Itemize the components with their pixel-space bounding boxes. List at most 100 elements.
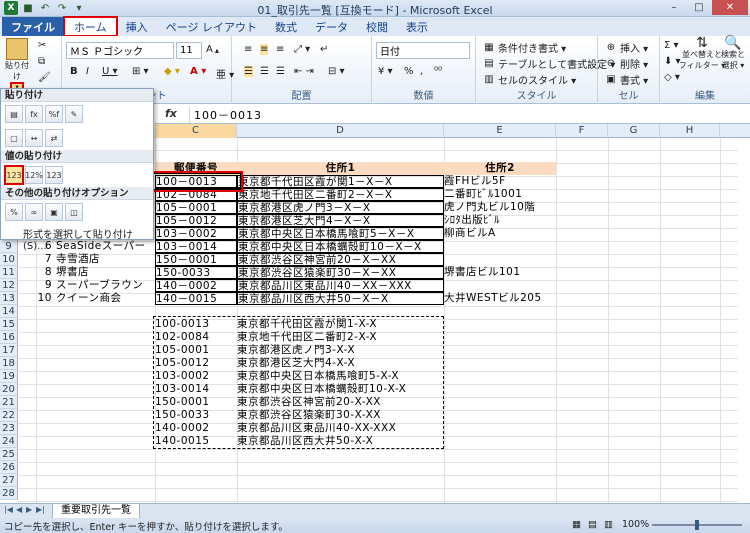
row-header[interactable]: 27 (0, 474, 18, 487)
column-header-g[interactable]: G (608, 124, 660, 138)
row-header[interactable]: 28 (0, 487, 18, 500)
zoom-level[interactable]: 100% (622, 519, 649, 530)
sheet-tab-1[interactable]: 重要取引先一覧 (52, 504, 140, 519)
align-bottom-icon[interactable]: ≡ (276, 44, 284, 55)
insert-button[interactable]: ⊕ 挿入 ▾ (604, 40, 648, 55)
normal-view-icon[interactable]: ▦ (572, 519, 581, 530)
paste-values-number-format-icon[interactable]: 12% (25, 166, 43, 184)
tab-home[interactable]: ホーム (63, 16, 118, 37)
decimal-icon[interactable]: ⁰⁰ (434, 66, 442, 77)
tab-data[interactable]: データ (306, 17, 357, 36)
wrap-text-icon[interactable]: ↵ (320, 44, 328, 55)
tab-formulas[interactable]: 数式 (266, 17, 306, 36)
row-header[interactable]: 26 (0, 461, 18, 474)
align-middle-icon[interactable]: ≡ (260, 44, 269, 55)
row-header[interactable]: 22 (0, 409, 18, 422)
format-button[interactable]: ▣ 書式 ▾ (604, 72, 648, 87)
column-header-f[interactable]: F (556, 124, 608, 138)
row-header[interactable]: 25 (0, 448, 18, 461)
address2-cell[interactable]: 大井WESTビル205 (444, 292, 556, 305)
address2-cell[interactable] (444, 279, 556, 292)
paste-icon[interactable]: ▤ (5, 105, 23, 123)
tab-view[interactable]: 表示 (397, 17, 437, 36)
address1-cell[interactable]: 東京都品川区西大井50－X－X (237, 292, 444, 305)
zip-cell[interactable]: 103－0014 (155, 240, 237, 253)
row-header[interactable]: 24 (0, 435, 18, 448)
row-header[interactable]: 18 (0, 357, 18, 370)
fx-icon[interactable]: fx (165, 107, 177, 120)
address2-cell[interactable]: 霞FHビル5F (444, 175, 556, 188)
tab-insert[interactable]: 挿入 (117, 17, 157, 36)
fill-color-icon[interactable]: ◆ ▾ (164, 66, 180, 77)
paste-keep-source-format-icon[interactable]: ✎ (65, 105, 83, 123)
border-icon[interactable]: ⊞ ▾ (132, 66, 149, 77)
paste-special-menu-item[interactable]: 形式を選択して貼り付け(S)... (1, 224, 153, 254)
row-header[interactable]: 12 (0, 279, 18, 292)
page-break-view-icon[interactable]: ▥ (604, 519, 613, 530)
paste-values-icon[interactable]: 123 (4, 165, 24, 185)
company-name-cell[interactable]: クイーン商会 (56, 292, 155, 305)
zip-cell[interactable]: 105－0001 (155, 201, 237, 214)
autosum-button[interactable]: Σ ▾ (664, 40, 679, 51)
orientation-icon[interactable]: ⤢ ▾ (294, 44, 310, 55)
address1-cell[interactable]: 東京都中央区日本橋蠣殻町10－X－X (237, 240, 444, 253)
row-header[interactable]: 15 (0, 318, 18, 331)
sort-filter-button[interactable]: ⇅ 並べ替えと フィルター ▾ (679, 36, 725, 71)
currency-icon[interactable]: ¥ ▾ (378, 66, 393, 77)
formula-input[interactable]: 100－0013 (189, 107, 749, 123)
row-header[interactable]: 19 (0, 370, 18, 383)
row-header[interactable]: 23 (0, 422, 18, 435)
company-name-cell[interactable]: 寺雪酒店 (56, 253, 155, 266)
address1-cell[interactable]: 東京都渋谷区猿楽町30－X－XX (237, 266, 444, 279)
find-select-button[interactable]: 🔍 検索と 選択 ▾ (718, 36, 748, 71)
column-header-d[interactable]: D (237, 124, 444, 138)
company-name-cell[interactable]: スーパーブラウン (56, 279, 155, 292)
address2-cell[interactable]: 堺書店ビル101 (444, 266, 556, 279)
tab-page-layout[interactable]: ページ レイアウト (157, 17, 266, 36)
address1-cell[interactable]: 東京都千代田区霞が関1－X－X (237, 175, 444, 188)
clear-icon[interactable]: ◇ ▾ (664, 72, 680, 83)
paste-keep-width-icon[interactable]: ↔ (25, 129, 43, 147)
paste-no-borders-icon[interactable]: ▢ (5, 129, 23, 147)
address2-cell[interactable]: 虎ノ門丸ビル10階 (444, 201, 556, 214)
address2-cell[interactable] (444, 240, 556, 253)
column-header-c[interactable]: C (155, 124, 237, 138)
close-icon[interactable]: ✕ (712, 0, 748, 15)
row-header[interactable]: 11 (0, 266, 18, 279)
cut-icon[interactable]: ✂ (38, 40, 46, 51)
grow-font-icon[interactable]: A ▴ (206, 44, 219, 55)
address2-cell[interactable] (444, 253, 556, 266)
format-painter-icon[interactable]: 🖌 (38, 72, 51, 83)
paste-transpose-icon[interactable]: ⇄ (45, 129, 63, 147)
format-as-table-button[interactable]: ▤ テーブルとして書式設定 ▾ (482, 56, 615, 71)
column-header-e[interactable]: E (444, 124, 556, 138)
address1-cell[interactable]: 東京都品川区東品川40－XX－XXX (237, 279, 444, 292)
tab-file[interactable]: ファイル (2, 17, 64, 36)
column-header-h[interactable]: H (660, 124, 720, 138)
delete-button[interactable]: ⊖ 削除 ▾ (604, 56, 648, 71)
font-color-icon[interactable]: A ▾ (190, 66, 206, 77)
zoom-slider-handle[interactable] (695, 520, 699, 530)
zip-cell[interactable]: 150－0001 (155, 253, 237, 266)
row-header[interactable]: 21 (0, 396, 18, 409)
align-top-icon[interactable]: ≡ (244, 44, 252, 55)
row-number-cell[interactable]: 7 (18, 253, 55, 266)
font-name-select[interactable]: ＭＳ Ｐゴシック (66, 42, 174, 59)
row-number-cell[interactable]: 10 (18, 292, 55, 305)
paste-picture-icon[interactable]: ▣ (45, 203, 63, 221)
tab-review[interactable]: 校閲 (357, 17, 397, 36)
address1-cell[interactable]: 東京都渋谷区神宮前20－X－XX (237, 253, 444, 266)
align-center-icon[interactable]: ☰ (260, 66, 269, 77)
row-header[interactable]: 17 (0, 344, 18, 357)
header-address2[interactable]: 住所2 (444, 162, 556, 175)
row-header[interactable]: 14 (0, 305, 18, 318)
next-sheet-icon[interactable]: ▶ (26, 505, 32, 514)
row-header[interactable]: 20 (0, 383, 18, 396)
zip-cell[interactable]: 140－0002 (155, 279, 237, 292)
row-number-cell[interactable]: 8 (18, 266, 55, 279)
italic-button[interactable]: I (86, 66, 89, 77)
address2-cell[interactable]: ｼﾛﾀ出版ﾋﾞﾙ (444, 214, 556, 227)
paste-button[interactable]: 貼り付け ▾ (3, 38, 31, 92)
address1-cell[interactable]: 東京地千代田区二番町2－X－X (237, 188, 444, 201)
address1-cell[interactable]: 東京都港区虎ノ門3－X－X (237, 201, 444, 214)
